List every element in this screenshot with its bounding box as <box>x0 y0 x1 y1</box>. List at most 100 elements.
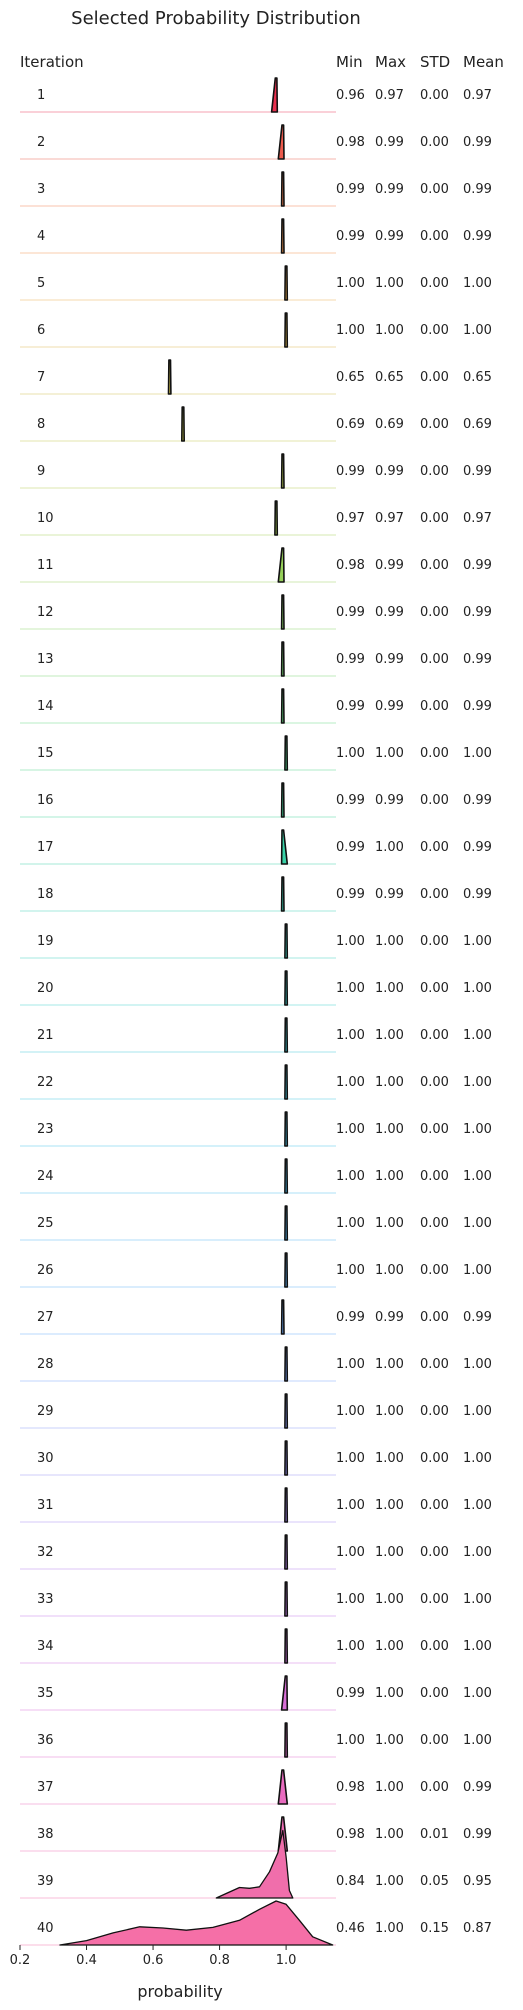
min-cell: 0.65 <box>336 370 365 385</box>
min-cell: 0.97 <box>336 511 365 526</box>
min-cell: 1.00 <box>336 934 365 949</box>
mean-cell: 0.99 <box>463 558 492 573</box>
max-cell: 1.00 <box>375 1075 404 1090</box>
density-spike <box>181 406 185 442</box>
density-spike <box>284 1534 289 1570</box>
max-cell: 0.99 <box>375 464 404 479</box>
density-spike <box>270 77 279 113</box>
density-spike <box>167 359 172 395</box>
max-cell: 1.00 <box>375 1921 404 1936</box>
ridge-row-20 <box>20 970 336 1006</box>
mean-cell: 0.99 <box>463 1827 492 1842</box>
std-cell: 0.00 <box>420 1028 449 1043</box>
max-cell: 0.97 <box>375 511 404 526</box>
max-cell: 0.97 <box>375 88 404 103</box>
density-spike <box>280 453 285 489</box>
std-cell: 0.00 <box>420 605 449 620</box>
iteration-label: 12 <box>37 605 54 620</box>
ridge-row-25 <box>20 1205 336 1241</box>
ridge-row-30 <box>20 1440 336 1476</box>
std-cell: 0.00 <box>420 370 449 385</box>
std-cell: 0.00 <box>420 417 449 432</box>
table-row: 27 0.99 0.99 0.00 0.99 <box>37 1310 492 1325</box>
std-cell: 0.15 <box>420 1921 449 1936</box>
iteration-label: 40 <box>37 1921 54 1936</box>
ridge-row-29 <box>20 1393 336 1429</box>
min-cell: 1.00 <box>336 1733 365 1748</box>
min-cell: 0.99 <box>336 182 365 197</box>
std-cell: 0.00 <box>420 229 449 244</box>
table-row: 5 1.00 1.00 0.00 1.00 <box>37 276 492 291</box>
density-spike <box>284 312 289 348</box>
density-curve <box>215 1829 294 1899</box>
x-tick-label: 0.4 <box>76 1953 97 1968</box>
std-cell: 0.00 <box>420 981 449 996</box>
std-cell: 0.00 <box>420 1686 449 1701</box>
table-row: 25 1.00 1.00 0.00 1.00 <box>37 1216 492 1231</box>
density-spike <box>284 1346 289 1382</box>
iteration-label: 26 <box>37 1263 54 1278</box>
iteration-label: 27 <box>37 1310 54 1325</box>
min-cell: 0.99 <box>336 652 365 667</box>
iteration-label: 39 <box>37 1874 54 1889</box>
table-row: 10 0.97 0.97 0.00 0.97 <box>37 511 492 526</box>
max-cell: 0.99 <box>375 229 404 244</box>
std-cell: 0.00 <box>420 699 449 714</box>
mean-cell: 1.00 <box>463 934 492 949</box>
max-cell: 1.00 <box>375 1169 404 1184</box>
ridge-row-33 <box>20 1581 336 1617</box>
x-axis: 0.2 0.4 0.6 0.8 1.0 <box>10 1945 296 1968</box>
table-row: 37 0.98 1.00 0.00 0.99 <box>37 1780 492 1795</box>
x-tick-label: 0.8 <box>209 1953 230 1968</box>
mean-cell: 1.00 <box>463 1169 492 1184</box>
table-row: 22 1.00 1.00 0.00 1.00 <box>37 1075 492 1090</box>
density-spike <box>284 1064 289 1100</box>
iteration-label: 24 <box>37 1169 54 1184</box>
mean-cell: 1.00 <box>463 1733 492 1748</box>
ridge-row-35 <box>20 1675 336 1711</box>
ridge-row-19 <box>20 923 336 959</box>
min-cell: 1.00 <box>336 746 365 761</box>
density-spike <box>280 171 285 207</box>
iteration-label: 21 <box>37 1028 54 1043</box>
max-cell: 1.00 <box>375 1545 404 1560</box>
max-cell: 1.00 <box>375 1122 404 1137</box>
column-header-iteration: Iteration <box>20 53 84 71</box>
table-row: 7 0.65 0.65 0.00 0.65 <box>37 370 492 385</box>
column-header-max: Max <box>375 53 406 71</box>
max-cell: 1.00 <box>375 1874 404 1889</box>
iteration-label: 1 <box>37 88 45 103</box>
table-row: 21 1.00 1.00 0.00 1.00 <box>37 1028 492 1043</box>
density-spike <box>284 1393 289 1429</box>
iteration-label: 28 <box>37 1357 54 1372</box>
iteration-label: 9 <box>37 464 45 479</box>
mean-cell: 1.00 <box>463 1498 492 1513</box>
max-cell: 0.99 <box>375 558 404 573</box>
density-spike <box>284 1252 289 1288</box>
std-cell: 0.00 <box>420 746 449 761</box>
table-row: 12 0.99 0.99 0.00 0.99 <box>37 605 492 620</box>
iteration-label: 23 <box>37 1122 54 1137</box>
mean-cell: 1.00 <box>463 1451 492 1466</box>
max-cell: 0.99 <box>375 652 404 667</box>
std-cell: 0.00 <box>420 1357 449 1372</box>
mean-cell: 0.69 <box>463 417 492 432</box>
mean-cell: 0.97 <box>463 88 492 103</box>
std-cell: 0.00 <box>420 1075 449 1090</box>
ridge-row-27 <box>20 1299 336 1335</box>
density-spike <box>284 1440 289 1476</box>
max-cell: 1.00 <box>375 981 404 996</box>
min-cell: 1.00 <box>336 1122 365 1137</box>
mean-cell: 1.00 <box>463 1122 492 1137</box>
table-row: 20 1.00 1.00 0.00 1.00 <box>37 981 492 996</box>
std-cell: 0.00 <box>420 1733 449 1748</box>
ridge-row-6 <box>20 312 336 348</box>
table-row: 6 1.00 1.00 0.00 1.00 <box>37 323 492 338</box>
min-cell: 0.99 <box>336 1686 365 1701</box>
max-cell: 1.00 <box>375 1404 404 1419</box>
ridgeline-chart: Selected Probability Distribution Iterat… <box>10 8 504 2001</box>
min-cell: 1.00 <box>336 1263 365 1278</box>
iteration-label: 2 <box>37 135 45 150</box>
ridge-row-22 <box>20 1064 336 1100</box>
ridge-row-16 <box>20 782 336 818</box>
